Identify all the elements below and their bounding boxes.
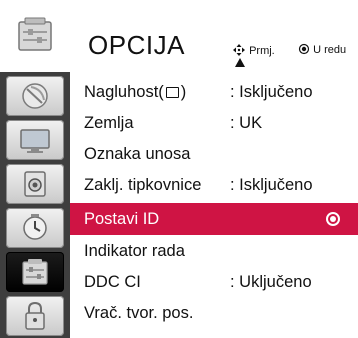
menu-item-ddc-ci[interactable]: DDC CI : Uključeno xyxy=(70,266,358,298)
sidebar-tab-option-header xyxy=(0,0,70,72)
clock-icon xyxy=(23,214,47,240)
sidebar-tab-option[interactable] xyxy=(6,252,64,292)
menu-item-input-label[interactable]: Oznaka unosa xyxy=(70,138,358,170)
menu-item-value: : Isključeno xyxy=(230,176,313,194)
option-panel-icon xyxy=(22,259,48,285)
menu-item-set-id[interactable]: Postavi ID xyxy=(70,203,358,235)
subtitle-icon xyxy=(165,87,179,98)
selected-radio-icon xyxy=(326,212,340,226)
sidebar-tab-time[interactable] xyxy=(6,208,64,248)
menu-item-label: Zaklj. tipkovnice xyxy=(84,176,202,194)
ok-hint: U redu xyxy=(298,43,346,56)
scroll-up-icon[interactable] xyxy=(235,58,245,67)
menu-item-label: Zemlja xyxy=(84,114,134,132)
menu-item-key-lock[interactable]: Zaklj. tipkovnice : Isključeno xyxy=(70,169,358,201)
menu-item-value: : Uključeno xyxy=(230,273,312,291)
move-hint: Prmj. xyxy=(232,43,275,57)
menu-header: OPCIJA Prmj. U redu xyxy=(70,0,358,72)
menu-item-power-indicator[interactable]: Indikator rada xyxy=(70,235,358,267)
tv-menu-screen: OPCIJA Prmj. U redu Nagluhost() : Isklju… xyxy=(0,0,358,338)
menu-item-value: : Isključeno xyxy=(230,83,313,101)
monitor-icon xyxy=(20,129,50,153)
category-sidebar xyxy=(0,0,70,338)
menu-item-label: DDC CI xyxy=(84,273,141,291)
sidebar-tab-channel[interactable] xyxy=(6,76,64,116)
sidebar-tab-audio[interactable] xyxy=(6,164,64,204)
speaker-icon xyxy=(24,171,46,197)
lock-icon xyxy=(25,301,45,330)
sidebar-tab-lock[interactable] xyxy=(6,296,64,336)
menu-item-label: Indikator rada xyxy=(84,242,185,260)
four-way-arrows-icon xyxy=(233,44,245,56)
ok-hint-label: U redu xyxy=(313,44,347,56)
menu-item-label: Vrač. tvor. pos. xyxy=(84,304,194,322)
menu-item-label: Postavi ID xyxy=(84,210,160,228)
ok-dot-icon xyxy=(298,43,310,55)
move-hint-label: Prmj. xyxy=(249,45,275,57)
menu-item-value: : UK xyxy=(230,114,263,132)
menu-item-hearing-impaired[interactable]: Nagluhost() : Isključeno xyxy=(70,76,358,108)
menu-item-label: Nagluhost() xyxy=(84,83,187,101)
menu-item-country[interactable]: Zemlja : UK xyxy=(70,107,358,139)
sidebar-tab-picture[interactable] xyxy=(6,120,64,160)
option-menu-list: Nagluhost() : Isključeno Zemlja : UK Ozn… xyxy=(70,72,358,338)
satellite-dish-icon xyxy=(22,83,48,109)
option-panel-icon xyxy=(18,17,52,51)
page-title: OPCIJA xyxy=(88,30,185,60)
menu-item-factory-reset[interactable]: Vrač. tvor. pos. xyxy=(70,297,358,329)
menu-item-label: Oznaka unosa xyxy=(84,145,191,163)
